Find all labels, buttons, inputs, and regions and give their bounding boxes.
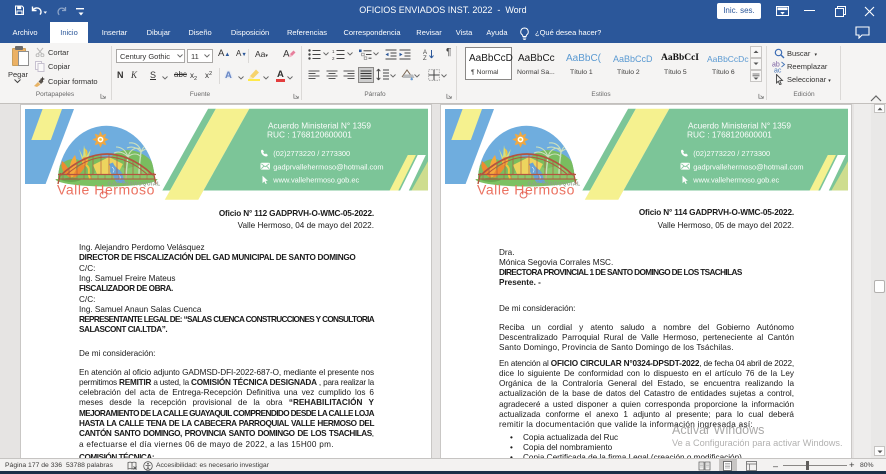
svg-text:RUC : 1768120600001: RUC : 1768120600001 xyxy=(687,129,772,139)
svg-text:A: A xyxy=(283,49,290,60)
svg-text:GAD PARROQUIAL: GAD PARROQUIAL xyxy=(108,182,161,188)
svg-text:(02)2773220 / 2773300: (02)2773220 / 2773300 xyxy=(693,149,770,158)
svg-text:2: 2 xyxy=(332,56,335,60)
svg-text:www.vallehermoso.gob.ec: www.vallehermoso.gob.ec xyxy=(692,176,779,185)
svg-text:www.vallehermoso.gob.ec: www.vallehermoso.gob.ec xyxy=(272,176,359,185)
svg-text:GAD PARROQUIAL: GAD PARROQUIAL xyxy=(528,182,581,188)
svg-text:(02)2773220 / 2773300: (02)2773220 / 2773300 xyxy=(273,149,350,158)
svg-text:gadprvallehermoso@hotmail.com: gadprvallehermoso@hotmail.com xyxy=(273,162,383,171)
svg-text:RUC : 1768120600001: RUC : 1768120600001 xyxy=(267,129,352,139)
svg-text:Z: Z xyxy=(423,56,427,60)
svg-text:1: 1 xyxy=(332,49,335,54)
svg-text:gadprvallehermoso@hotmail.com: gadprvallehermoso@hotmail.com xyxy=(693,162,803,171)
svg-text:ac: ac xyxy=(774,68,782,74)
